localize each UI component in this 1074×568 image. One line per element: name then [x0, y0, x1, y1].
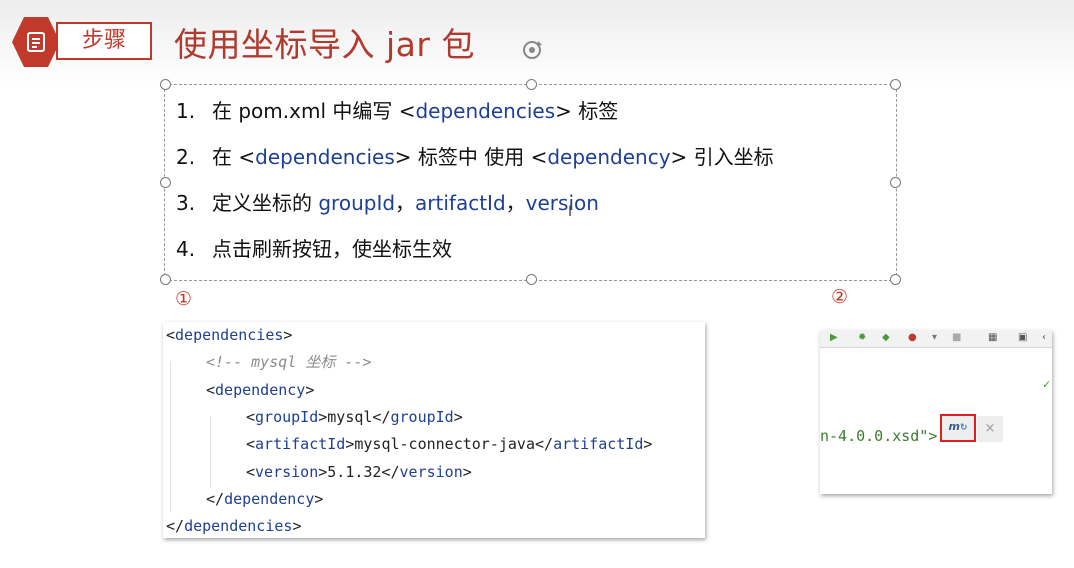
xml-text: >5.1.32</: [318, 462, 400, 481]
more-icon[interactable]: ‹: [1042, 332, 1046, 343]
resize-handle[interactable]: [890, 274, 901, 285]
code-line: </dependency>: [206, 486, 323, 513]
step-text: > 标签: [555, 99, 619, 123]
resize-handle[interactable]: [160, 79, 171, 90]
step-text: 点击刷新按钮，使坐标生效: [212, 237, 452, 261]
step-keyword: groupId: [318, 191, 396, 215]
xml-tag-name: artifactId: [553, 435, 644, 454]
xml-text: >: [283, 326, 293, 344]
xml-text: <: [166, 326, 176, 344]
code-line: <!-- mysql 坐标 -->: [206, 349, 371, 376]
step-keyword: artifactId: [415, 191, 506, 215]
check-icon: ✓: [1042, 378, 1052, 391]
xml-text: >: [643, 435, 653, 454]
step-text: > 引入坐标: [670, 145, 774, 169]
step-item: 2. 在 <dependencies> 标签中 使用 <dependency> 引…: [176, 142, 774, 188]
xml-tag-name: dependencies: [184, 517, 293, 536]
step-number: 1.: [176, 99, 196, 123]
step-keyword: dependencies: [255, 145, 395, 169]
xml-tag-name: groupId: [390, 407, 454, 426]
code-line: <dependency>: [206, 377, 314, 404]
step-text: 定义坐标的: [212, 191, 319, 215]
code-line: <version>5.1.32</version>: [246, 459, 472, 486]
step-keyword: dependency: [547, 145, 671, 169]
code-snippet: <dependencies> <!-- mysql 坐标 --> <dependen…: [163, 322, 705, 538]
rotate-handle-icon[interactable]: [518, 36, 546, 64]
step-text: ，: [505, 191, 526, 215]
code-line: <dependencies>: [166, 322, 292, 349]
xsd-text: n-4.0.0.xsd">: [820, 427, 938, 445]
step-item: 3. 定义坐标的 groupId，artifactId，version: [176, 188, 774, 234]
xml-text: >mysql-connector-java</: [345, 435, 554, 454]
xml-text: </: [206, 489, 225, 508]
step-badge-label: 步骤: [56, 22, 152, 60]
profile-icon[interactable]: ●: [908, 332, 917, 343]
code-line: <artifactId>mysql-connector-java</artifa…: [246, 431, 652, 458]
step-item: 4. 点击刷新按钮，使坐标生效: [176, 234, 774, 280]
marker-two: ②: [831, 286, 849, 308]
xml-text: >: [305, 380, 315, 399]
close-notification-button[interactable]: ×: [977, 416, 1003, 442]
xml-text: >: [462, 462, 472, 481]
step-badge: 步骤: [12, 17, 152, 67]
step-text: ，: [395, 191, 416, 215]
xml-tag-name: version: [255, 462, 319, 481]
marker-one: ①: [175, 288, 193, 310]
resize-handle[interactable]: [890, 177, 901, 188]
xml-text: <: [246, 407, 256, 426]
xml-tag-name: version: [399, 462, 463, 481]
xml-text: >: [453, 407, 463, 426]
ide-screenshot: ▶ ✹ ◆ ● ▾ ■ ▦ ▣ ‹ ✓ n-4.0.0.xsd"> m↻ ×: [820, 330, 1052, 494]
step-number: 4.: [176, 237, 196, 261]
xml-text: <: [246, 462, 256, 481]
xml-tag-name: dependencies: [175, 326, 284, 344]
code-line: <groupId>mysql</groupId>: [246, 404, 463, 431]
maven-reload-icon: m: [948, 420, 960, 433]
ide-toolbar: ▶ ✹ ◆ ● ▾ ■ ▦ ▣ ‹: [820, 330, 1052, 348]
code-line: </dependencies>: [166, 513, 301, 540]
text-cursor-icon: I: [568, 204, 573, 220]
xml-text: <: [246, 435, 256, 454]
step-number: 3.: [176, 191, 196, 215]
maven-reload-button[interactable]: m↻: [940, 414, 976, 442]
slide-title: 使用坐标导入 jar 包: [174, 25, 475, 64]
step-text: 在 pom.xml 中编写 <: [212, 99, 416, 123]
resize-handle[interactable]: [160, 177, 171, 188]
xml-tag-name: groupId: [255, 407, 319, 426]
stop-icon[interactable]: ■: [952, 332, 961, 343]
xml-text: </: [166, 517, 185, 536]
resize-handle[interactable]: [890, 79, 901, 90]
preview-icon[interactable]: ▣: [1018, 332, 1027, 343]
xml-text: <: [206, 380, 216, 399]
indent-guide: [170, 362, 171, 512]
steps-list: 1. 在 pom.xml 中编写 <dependencies> 标签 2. 在 <de…: [176, 96, 774, 280]
coverage-icon[interactable]: ◆: [882, 332, 890, 343]
step-keyword: dependencies: [415, 99, 556, 123]
step-text: 在 <: [212, 145, 256, 169]
step-text: > 标签中 使用 <: [394, 145, 548, 169]
dropdown-icon[interactable]: ▾: [932, 332, 937, 343]
xml-text: >: [292, 517, 302, 536]
resize-handle[interactable]: [160, 274, 171, 285]
xml-tag-name: dependency: [215, 380, 306, 399]
step-keyword: version: [525, 191, 599, 215]
run-icon[interactable]: ▶: [830, 332, 838, 343]
debug-icon[interactable]: ✹: [858, 332, 866, 343]
step-item: 1. 在 pom.xml 中编写 <dependencies> 标签: [176, 96, 774, 142]
document-icon: [12, 17, 60, 67]
xml-text: >mysql</: [318, 407, 391, 426]
step-number: 2.: [176, 145, 196, 169]
structure-icon[interactable]: ▦: [988, 332, 997, 343]
xml-text: >: [314, 489, 324, 508]
resize-handle[interactable]: [526, 79, 537, 90]
xml-tag-name: artifactId: [255, 435, 346, 454]
indent-guide: [210, 416, 211, 488]
xml-comment: <!-- mysql 坐标 -->: [206, 353, 372, 372]
xml-tag-name: dependency: [224, 489, 315, 508]
